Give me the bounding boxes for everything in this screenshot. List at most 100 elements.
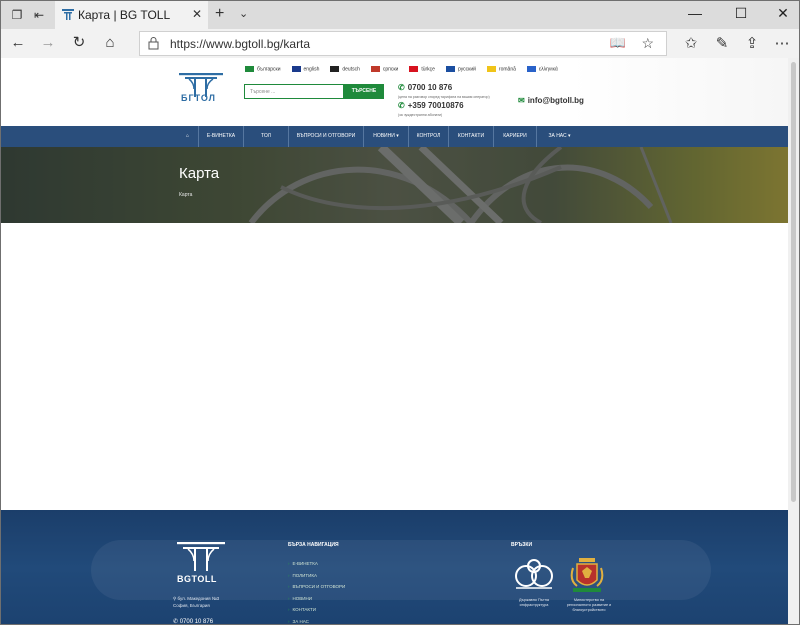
chevron-right-icon: › (288, 572, 290, 578)
language-option[interactable]: српски (370, 66, 399, 73)
more-icon[interactable]: ⋯ (773, 34, 791, 52)
language-label: română (498, 66, 516, 73)
favorite-star-icon[interactable]: ☆ (641, 35, 654, 52)
logo-text[interactable]: БГТОЛ (181, 93, 216, 103)
language-selector: български english deutsch српски türkçe русск… (245, 66, 569, 72)
address-bar[interactable]: https://www.bgtoll.bg/karta 📖 ☆ (139, 31, 667, 56)
footer-link-label: ПОЛИТИКА (292, 572, 317, 578)
email-link[interactable]: ✉ info@bgtoll.bg (518, 96, 584, 105)
page-title: Карта (179, 165, 220, 182)
language-label: русский (457, 66, 476, 73)
footer-logo-text[interactable]: BGTOLL (177, 574, 217, 584)
nav-home[interactable]: ⌂ (177, 126, 199, 147)
footer-link[interactable]: › НОВИНИ (288, 593, 345, 605)
site-footer: BGTOLL ⚲ бул. Македония №3 София, Българ… (1, 510, 788, 625)
footer-address: ⚲ бул. Македония №3 София, България (173, 595, 219, 609)
tab-title: Карта | BG TOLL (78, 8, 171, 22)
maximize-icon[interactable]: ☐ (731, 5, 751, 22)
search-input[interactable]: Търсене ... (244, 84, 344, 99)
nav-about[interactable]: ЗА НАС ▾ (537, 126, 582, 147)
nav-evignette[interactable]: Е-ВИНЕТКА (199, 126, 244, 147)
nav-contacts[interactable]: КОНТАКТИ (449, 126, 494, 147)
footer-logo-icon[interactable] (177, 540, 225, 574)
pen-icon[interactable]: ✎ (713, 34, 731, 52)
flag-icon (291, 66, 301, 72)
language-option[interactable]: english (291, 66, 319, 72)
close-tab-icon[interactable]: ✕ (192, 7, 202, 21)
home-icon[interactable]: ⌂ (101, 34, 119, 52)
ministry-coat-of-arms-icon[interactable] (569, 556, 605, 596)
page-scrollbar[interactable] (788, 58, 799, 624)
chevron-right-icon: › (288, 618, 290, 624)
flag-icon (486, 66, 496, 72)
breadcrumb[interactable]: Карта (179, 192, 192, 198)
minimize-icon[interactable]: — (685, 5, 705, 21)
language-label: български (257, 66, 281, 73)
language-option[interactable]: български (245, 66, 281, 72)
footer-link[interactable]: › ВЪПРОСИ И ОТГОВОРИ (288, 581, 345, 593)
new-tab-icon[interactable]: + (215, 5, 224, 23)
tab-active[interactable]: Карта | BG TOLL ✕ (55, 1, 208, 29)
nav-careers[interactable]: КАРИЕРИ (494, 126, 537, 147)
footer-phone[interactable]: ✆ 0700 10 876 (173, 618, 214, 625)
address-line1: бул. Македония №3 (177, 596, 220, 601)
refresh-icon[interactable]: ↻ (70, 34, 88, 52)
scrollbar-thumb[interactable] (791, 62, 796, 502)
phone-primary[interactable]: ✆ 0700 10 876 (398, 83, 452, 92)
chevron-down-icon[interactable]: ⌄ (239, 7, 248, 20)
phone-secondary[interactable]: ✆ +359 70010876 (398, 101, 464, 110)
language-label: српски (382, 66, 399, 73)
reading-view-icon[interactable]: 📖 (610, 35, 626, 51)
site-header: БГТОЛ български english deutsch српски türkç… (1, 58, 788, 138)
footer-link[interactable]: › Е-ВИНЕТКА (288, 558, 345, 570)
nav-toll[interactable]: ТОЛ (244, 126, 289, 147)
footer-link[interactable]: › ПОЛИТИКА (288, 570, 345, 582)
search-button[interactable]: ТЪРСЕНЕ (344, 84, 384, 99)
nav-control[interactable]: КОНТРОЛ (409, 126, 449, 147)
chevron-right-icon: › (288, 595, 290, 601)
envelope-icon: ✉ (518, 96, 525, 105)
language-label: deutsch (342, 66, 360, 73)
lock-icon (148, 37, 159, 50)
phone-primary-note: (цена на разговор според тарифата на ваш… (398, 95, 490, 99)
url-text[interactable]: https://www.bgtoll.bg/karta (170, 37, 310, 51)
footer-link-label: КОНТАКТИ (292, 607, 317, 612)
forward-icon[interactable]: → (39, 34, 57, 52)
share-icon[interactable]: ⇪ (743, 34, 761, 52)
flag-icon (245, 66, 254, 72)
chevron-right-icon: › (288, 584, 290, 589)
set-aside-tabs-icon[interactable]: ⇤ (31, 7, 47, 23)
phone-secondary-number: +359 70010876 (407, 101, 464, 110)
footer-link[interactable]: › КОНТАКТИ (288, 604, 345, 616)
language-option[interactable]: русский (445, 66, 476, 73)
footer-link[interactable]: › ЗА НАС (288, 616, 345, 625)
address-line: ⚲ бул. Македония №3 (173, 595, 219, 602)
phone-primary-number: 0700 10 876 (407, 83, 453, 92)
language-option[interactable]: türkçe (409, 66, 435, 72)
language-option[interactable]: română (486, 66, 516, 73)
nav-faq[interactable]: ВЪПРОСИ И ОТГОВОРИ (289, 126, 364, 147)
footer-phone-number: 0700 10 876 (179, 619, 214, 625)
phone-icon: ✆ (398, 83, 405, 92)
page-banner: Карта Карта (1, 147, 788, 223)
window-close-icon[interactable]: ✕ (773, 5, 793, 22)
web-page: БГТОЛ български english deutsch српски türkç… (1, 58, 788, 625)
phone-secondary-note: (за чуждестранни абонати) (398, 113, 443, 117)
footer-link-label: НОВИНИ (292, 595, 312, 601)
flag-icon (409, 66, 419, 72)
email-text: info@bgtoll.bg (527, 96, 584, 105)
road-infrastructure-agency-logo-icon[interactable] (511, 556, 557, 596)
browser-window: ❐ ⇤ Карта | BG TOLL ✕ + ⌄ — ☐ ✕ ← → ↻ ⌂ (0, 0, 800, 625)
favorites-icon[interactable]: ✩ (682, 34, 700, 52)
phone-icon: ✆ (173, 619, 180, 625)
banner-overlay (1, 147, 788, 223)
tab-manager-icon[interactable]: ❐ (9, 7, 25, 23)
back-icon[interactable]: ← (9, 34, 27, 52)
language-option[interactable]: deutsch (330, 66, 360, 72)
nav-news[interactable]: НОВИНИ ▾ (364, 126, 409, 147)
language-option[interactable]: ελληνικά (526, 66, 558, 73)
tab-strip: ❐ ⇤ Карта | BG TOLL ✕ + ⌄ — ☐ ✕ (1, 1, 799, 29)
address-line2: София, България (173, 603, 210, 608)
flag-icon (370, 66, 380, 72)
language-label: ελληνικά (538, 66, 558, 73)
